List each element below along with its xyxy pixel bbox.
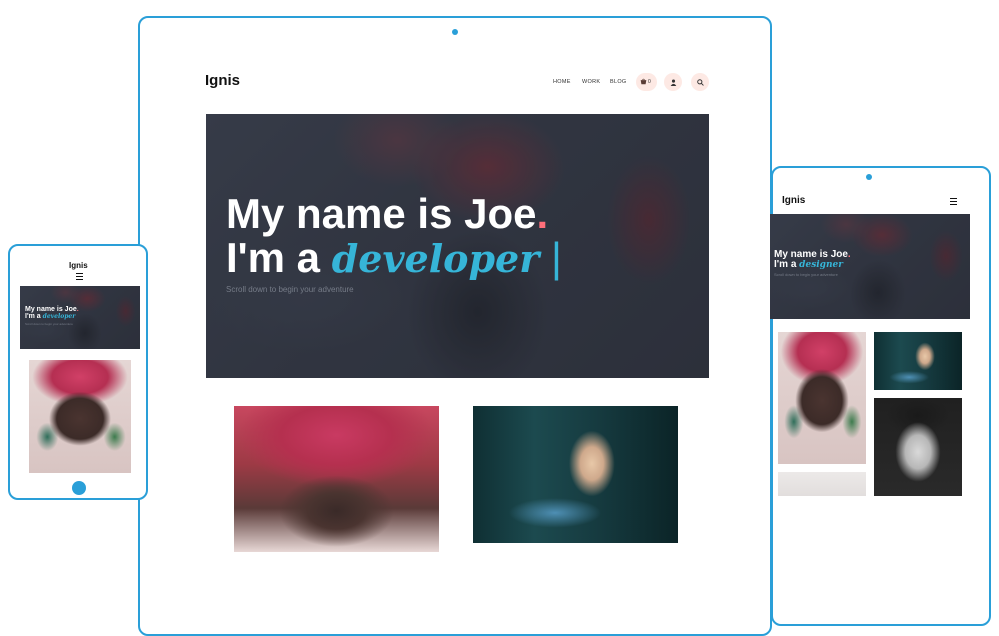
search-icon: [696, 78, 704, 86]
desktop-hero-subtitle: Scroll down to begin your adventure: [226, 285, 354, 294]
hero-prefix-text: I'm a: [226, 234, 321, 281]
tablet-brand-logo[interactable]: Ignis: [782, 195, 805, 206]
desktop-hero-heading-line1: My name is Joe.: [226, 190, 548, 238]
phone-menu-icon[interactable]: [76, 273, 83, 281]
phone-hero-heading-line2: I'm a developer: [25, 313, 75, 321]
tablet-menu-icon[interactable]: [950, 198, 957, 206]
phone-portfolio-photo[interactable]: [29, 360, 131, 473]
phone-brand-logo[interactable]: Ignis: [69, 261, 88, 270]
phone-hero-prefix: I'm a: [25, 313, 41, 320]
phone-hero-dot: .: [76, 306, 79, 313]
user-icon: [670, 79, 676, 86]
tablet-hero-heading-line2: I'm a designer: [774, 259, 843, 271]
tablet-hero-prefix: I'm a: [774, 259, 797, 270]
cart-icon: [640, 78, 647, 85]
nav-blog-link[interactable]: BLOG: [610, 79, 626, 85]
nav-work-link[interactable]: WORK: [582, 79, 600, 85]
tablet-hero-role: designer: [799, 260, 843, 270]
tablet-hero-subtitle: Scroll down to begin your adventure: [774, 272, 838, 277]
desktop-camera-dot: [452, 29, 458, 35]
phone-hero-name-text: My name is Joe: [25, 306, 77, 313]
phone-hero-subtitle: Scroll down to begin your adventure: [25, 322, 73, 326]
portfolio-photo-red-hair[interactable]: [234, 406, 439, 552]
portfolio-photo-forest[interactable]: [473, 406, 678, 543]
cart-count-badge: 0: [648, 79, 651, 85]
hero-role-word: developer: [331, 236, 540, 281]
tablet-photo-portrait-bw[interactable]: [874, 398, 962, 496]
hero-name-text: My name is Joe: [226, 190, 537, 237]
nav-home-link[interactable]: HOME: [553, 79, 571, 85]
hero-accent-dot: .: [536, 190, 549, 237]
tablet-hero-dot: .: [847, 249, 851, 260]
search-button[interactable]: [691, 73, 709, 91]
cart-button[interactable]: 0: [636, 73, 657, 91]
desktop-brand-logo[interactable]: Ignis: [205, 72, 240, 89]
account-button[interactable]: [664, 73, 682, 91]
phone-hero-role: developer: [42, 313, 76, 320]
phone-home-button: [72, 481, 86, 495]
desktop-hero-heading-line2: I'm a developer |: [226, 234, 562, 283]
tablet-photo-forest[interactable]: [874, 332, 962, 390]
tablet-camera-dot: [866, 174, 872, 180]
tablet-photo-light[interactable]: [778, 472, 866, 496]
typing-cursor: |: [550, 234, 562, 281]
tablet-photo-red-hair[interactable]: [778, 332, 866, 464]
